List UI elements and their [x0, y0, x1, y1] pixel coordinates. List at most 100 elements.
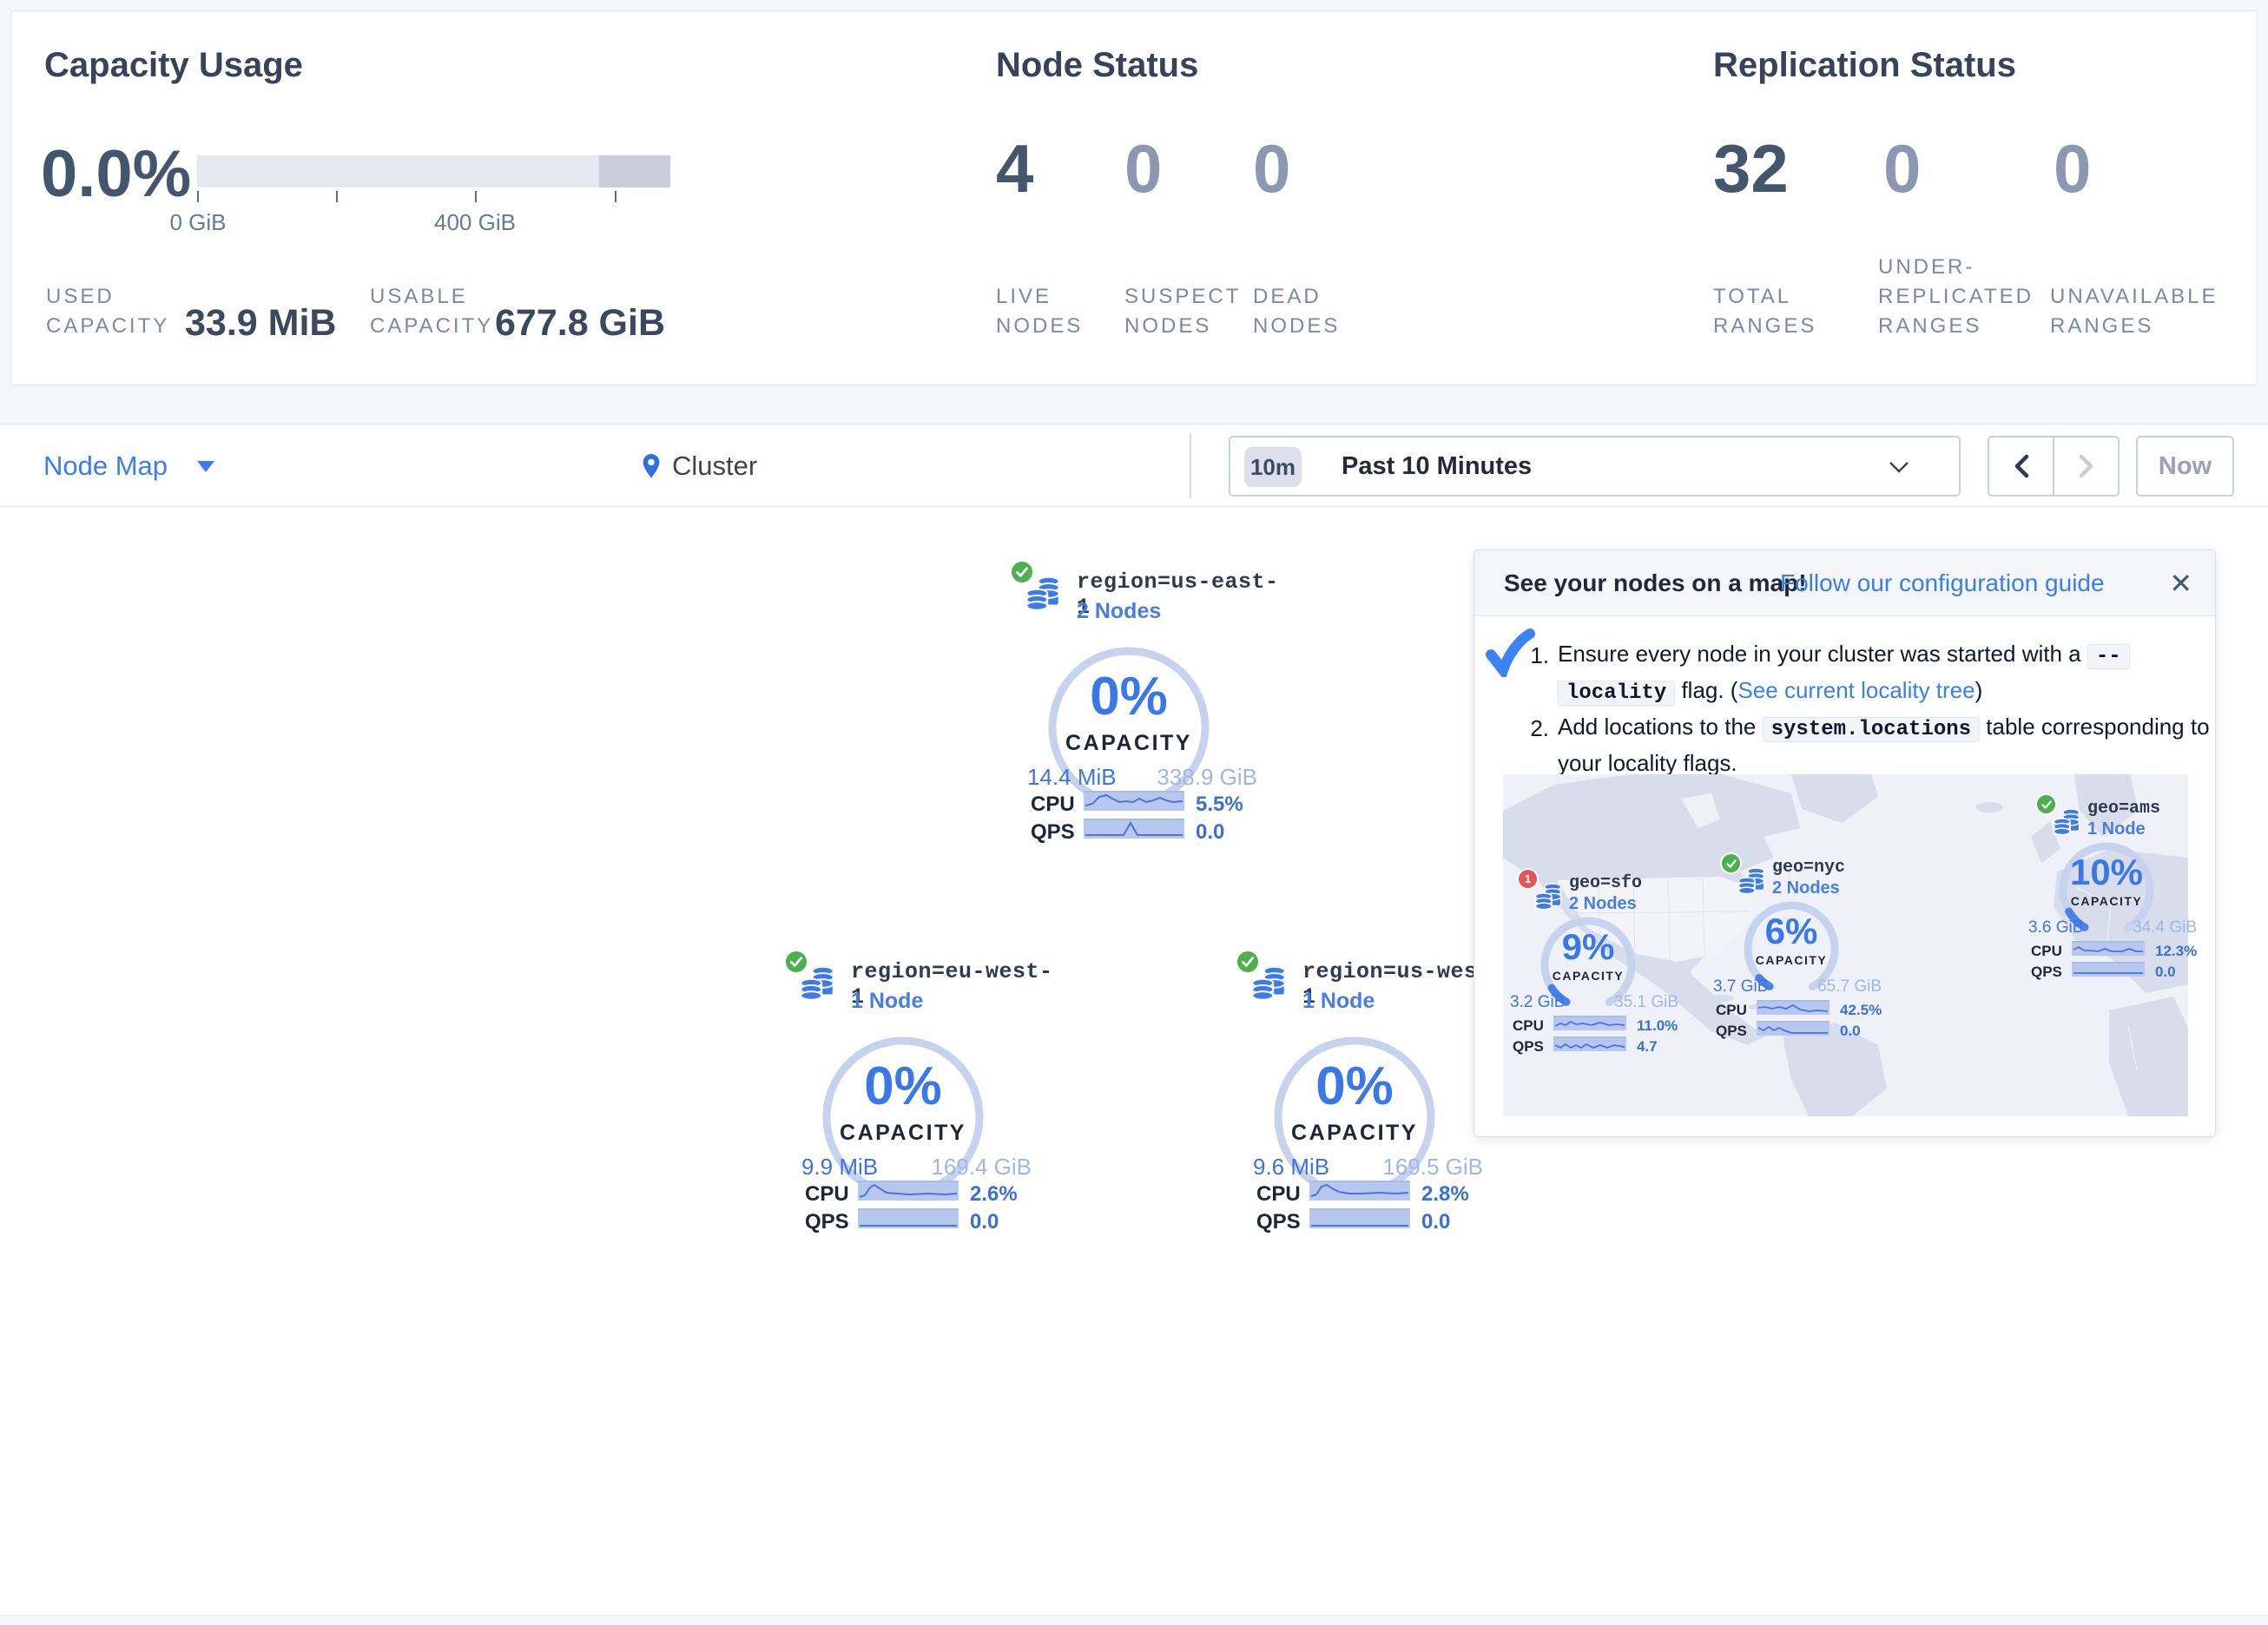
axis-tick — [475, 191, 477, 202]
qps-value: 0.0 — [2155, 964, 2176, 981]
time-pager — [1988, 436, 2120, 497]
cpu-sparkline — [1309, 1181, 1410, 1201]
geo-name: geo=nyc — [1772, 858, 1845, 878]
next-section-edge — [0, 1615, 2268, 1625]
node-status-title: Node Status — [996, 46, 1198, 85]
now-button[interactable]: Now — [2136, 436, 2234, 497]
system-locations-code: system.locations — [1763, 717, 1980, 742]
cluster-summary-panel: Capacity Usage 0.0% 0 GiB 400 GiB USED C… — [10, 10, 2258, 385]
step1-line2: locality flag. (See current locality tre… — [1558, 677, 1982, 706]
axis-tick-label: 400 GiB — [414, 209, 536, 236]
cpu-sparkline — [1757, 1000, 1830, 1015]
capacity-percent: 10% — [2050, 854, 2163, 891]
total-value: 169.4 GiB — [920, 1154, 1032, 1181]
cpu-value: 5.5% — [1196, 793, 1243, 817]
cpu-sparkline — [1084, 791, 1184, 811]
view-selector-label: Node Map — [43, 451, 168, 482]
total-value: 338.9 GiB — [1146, 764, 1257, 791]
time-range-label: Past 10 Minutes — [1342, 438, 1532, 495]
region-card-us-west-1[interactable]: region=us-west-1 1 Node 0% CAPACITY 9.6 … — [1216, 945, 1511, 1236]
qps-sparkline — [1309, 1208, 1410, 1228]
used-value: 9.6 MiB — [1253, 1154, 1329, 1181]
capacity-caption: CAPACITY — [2050, 894, 2163, 908]
geo-card-sfo[interactable]: 1 geo=sfo 2 Nodes 9% CAPACITY 3.2 GiB 35… — [1510, 861, 1744, 1061]
capacity-caption: CAPACITY — [816, 1121, 990, 1146]
geo-name: geo=sfo — [1569, 873, 1642, 893]
cpu-sparkline — [2072, 941, 2145, 956]
breadcrumb-label: Cluster — [672, 451, 757, 482]
unavailable-label: UNAVAILABLERANGES — [2050, 282, 2219, 341]
qps-label: QPS — [1256, 1210, 1301, 1234]
location-pin-icon — [641, 453, 662, 479]
capacity-unusable-segment — [599, 155, 670, 188]
locality-flag-code: locality — [1558, 681, 1675, 706]
capacity-percent: 6% — [1735, 913, 1848, 950]
used-value: 9.9 MiB — [801, 1154, 878, 1181]
qps-label: QPS — [1716, 1023, 1747, 1040]
used-value: 14.4 MiB — [1027, 764, 1117, 791]
cpu-label: CPU — [1031, 793, 1075, 817]
node-map-page: Capacity Usage 0.0% 0 GiB 400 GiB USED C… — [0, 0, 2268, 1625]
qps-value: 0.0 — [1421, 1210, 1450, 1234]
qps-sparkline — [1084, 819, 1184, 839]
time-range-selector[interactable]: 10m Past 10 Minutes — [1229, 436, 1961, 497]
cpu-label: CPU — [1513, 1017, 1544, 1035]
cpu-sparkline — [1553, 1016, 1626, 1030]
configuration-guide-link[interactable]: Follow our configuration guide — [1780, 550, 2105, 616]
replication-status-title: Replication Status — [1713, 46, 2016, 85]
capacity-percent: 9% — [1532, 929, 1645, 965]
locality-tree-link[interactable]: See current locality tree — [1737, 677, 1975, 703]
capacity-percent: 0% — [816, 1060, 990, 1114]
locality-flag-code: -- — [2087, 644, 2130, 669]
dead-nodes-count: 0 — [1253, 135, 1290, 202]
used-value: 3.6 GiB — [2028, 918, 2083, 938]
database-stack-icon — [1249, 963, 1289, 1004]
qps-value: 0.0 — [1196, 820, 1224, 845]
popup-header: See your nodes on a map! Follow our conf… — [1474, 550, 2215, 616]
cpu-label: CPU — [2031, 943, 2062, 960]
region-card-us-east-1[interactable]: region=us-east-1 2 Nodes 0% CAPACITY 14.… — [990, 556, 1285, 846]
breadcrumb[interactable]: Cluster — [641, 424, 757, 508]
under-replicated-label: UNDER-REPLICATEDRANGES — [1878, 253, 2034, 341]
usable-capacity-value: 677.8 GiB — [495, 305, 665, 342]
step-number: 1. — [1520, 642, 1549, 669]
qps-value: 0.0 — [970, 1210, 999, 1234]
close-icon[interactable]: ✕ — [2169, 550, 2192, 616]
time-back-button[interactable] — [1989, 438, 2054, 495]
capacity-usage-bar — [197, 155, 670, 188]
step-number: 2. — [1520, 715, 1549, 742]
qps-sparkline — [1757, 1021, 1830, 1036]
step2-line1: Add locations to the system.locations ta… — [1558, 714, 2210, 742]
cpu-value: 12.3% — [2155, 943, 2197, 960]
node-map-config-popup: See your nodes on a map! Follow our conf… — [1474, 549, 2216, 1137]
cpu-value: 42.5% — [1840, 1002, 1882, 1019]
step2-line2: your locality flags. — [1558, 750, 1737, 777]
capacity-caption: CAPACITY — [1268, 1121, 1441, 1146]
usable-capacity-label: USABLE CAPACITY — [370, 282, 493, 341]
capacity-caption: CAPACITY — [1042, 731, 1216, 756]
view-selector-dropdown[interactable]: Node Map — [43, 424, 214, 508]
total-value: 169.5 GiB — [1372, 1154, 1483, 1181]
region-node-count: 1 Node — [851, 989, 923, 1014]
time-forward-button[interactable] — [2054, 438, 2118, 495]
geo-card-nyc[interactable]: geo=nyc 2 Nodes 6% CAPACITY 3.7 GiB 65.7… — [1713, 845, 1948, 1045]
geo-card-ams[interactable]: geo=ams 1 Node 10% CAPACITY 3.6 GiB 34.4… — [2028, 786, 2263, 986]
cpu-label: CPU — [1256, 1182, 1301, 1207]
popup-title: See your nodes on a map! — [1504, 550, 1807, 616]
chevron-left-icon — [2012, 454, 2031, 478]
used-value: 3.2 GiB — [1510, 993, 1565, 1012]
overview-toolbar: Node Map Cluster 10m Past 10 Minutes — [0, 424, 2268, 507]
capacity-percent: 0% — [1268, 1060, 1441, 1114]
capacity-usage-percent: 0.0% — [41, 141, 191, 207]
suspect-nodes-count: 0 — [1124, 135, 1162, 202]
total-value: 34.4 GiB — [2122, 918, 2197, 938]
region-node-count: 2 Nodes — [1077, 599, 1161, 624]
live-nodes-label: LIVENODES — [996, 282, 1083, 341]
used-capacity-value: 33.9 MiB — [185, 305, 336, 342]
capacity-usage-title: Capacity Usage — [44, 46, 303, 85]
chevron-down-icon — [1889, 461, 1909, 474]
used-capacity-label: USED CAPACITY — [46, 282, 169, 341]
qps-value: 4.7 — [1637, 1038, 1658, 1056]
axis-tick — [197, 191, 199, 202]
region-card-eu-west-1[interactable]: region=eu-west-1 1 Node 0% CAPACITY 9.9 … — [764, 945, 1059, 1236]
